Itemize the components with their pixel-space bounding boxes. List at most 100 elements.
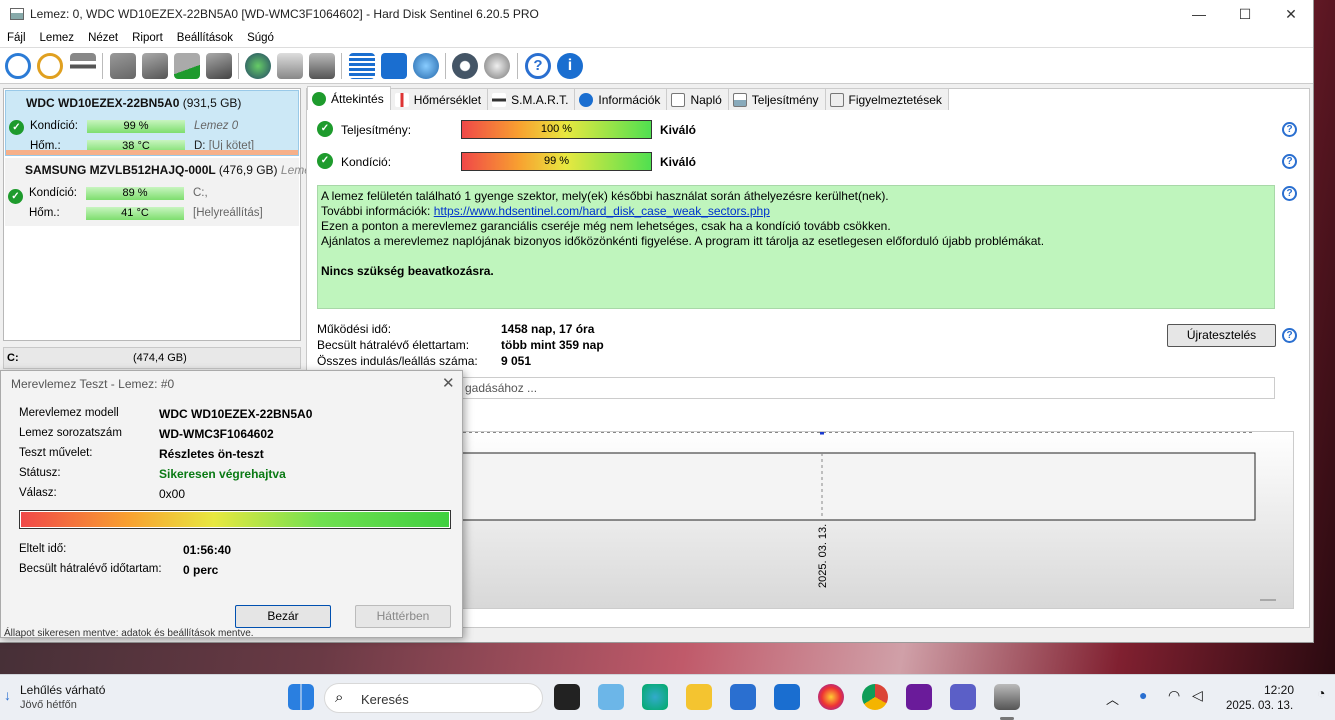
taskbar: ↓ Lehűlés várható Jövő hétfőn ⌕ Keresés …	[0, 674, 1335, 720]
tab-temperature[interactable]: Hőmérséklet	[389, 88, 489, 110]
chart-svg: 992025. 03. 13.	[461, 414, 1276, 601]
outlook-icon[interactable]	[774, 684, 800, 710]
mail-icon[interactable]	[381, 53, 407, 79]
menu-view[interactable]: Nézet	[88, 32, 118, 44]
drive-letter: C:,	[193, 187, 208, 199]
tab-label: S.M.A.R.T.	[511, 92, 569, 107]
disk-list-icon[interactable]	[70, 53, 96, 79]
widgets-icon[interactable]	[598, 684, 624, 710]
file-explorer-icon[interactable]	[686, 684, 712, 710]
disk-item-samsung[interactable]: SAMSUNG MZVLB512HAJQ-000L (476,9 GB) Lem…	[5, 158, 311, 226]
disk-item-wdc[interactable]: WDC WD10EZEX-22BN5A0 (931,5 GB) ✓ Kondíc…	[5, 90, 299, 156]
title-bar: Lemez: 0, WDC WD10EZEX-22BN5A0 [WD-WMC3F…	[0, 0, 1313, 28]
chevron-up-icon[interactable]: ︿	[1106, 689, 1119, 708]
chrome-icon[interactable]	[862, 684, 888, 710]
clock-date[interactable]: 2025. 03. 13.	[1226, 700, 1293, 712]
globe-icon[interactable]	[245, 53, 271, 79]
disk-timer-icon[interactable]	[142, 53, 168, 79]
close-dialog-button[interactable]: Bezár	[235, 605, 331, 628]
serial-label: Lemez sorozatszám	[19, 427, 122, 439]
help-icon[interactable]: ?	[1282, 186, 1297, 201]
refresh-icon[interactable]	[5, 53, 31, 79]
check-icon: ✓	[317, 153, 333, 169]
retest-button[interactable]: Újratesztelés	[1167, 324, 1276, 347]
close-button[interactable]: ✕	[1268, 0, 1314, 28]
tab-overview[interactable]: Áttekintés	[307, 86, 391, 110]
dialog-title: Merevlemez Teszt - Lemez: #0	[11, 377, 175, 391]
report-icon[interactable]	[349, 53, 375, 79]
weather-icon[interactable]: ↓	[4, 687, 11, 703]
windows-start-icon[interactable]	[288, 684, 314, 710]
info-icon[interactable]: i	[557, 53, 583, 79]
health-label: Kondíció:	[341, 155, 392, 169]
toolbar-separator	[238, 53, 239, 79]
network-icon[interactable]	[413, 53, 439, 79]
model-label: Merevlemez modell	[19, 407, 119, 419]
search-label: Keresés	[361, 692, 409, 707]
server-icon[interactable]	[277, 53, 303, 79]
wifi-icon[interactable]: ◠	[1168, 687, 1180, 704]
help-icon[interactable]: ?	[1282, 154, 1297, 169]
start-stop-label: Összes indulás/leállás száma:	[317, 354, 478, 368]
smart-icon	[492, 92, 507, 107]
weather-subtitle[interactable]: Jövő hétfőn	[20, 699, 77, 711]
progress-fill	[21, 512, 449, 527]
tab-alerts[interactable]: Figyelmeztetések	[824, 88, 949, 110]
performance-bar: 100 %	[461, 120, 652, 139]
clock-time[interactable]: 12:20	[1264, 683, 1294, 697]
status-message: A lemez felületén található 1 gyenge sze…	[317, 185, 1275, 309]
tab-performance[interactable]: Teljesítmény	[727, 88, 826, 110]
menu-report[interactable]: Riport	[132, 32, 163, 44]
floppy-save-icon[interactable]	[906, 684, 932, 710]
refresh-all-icon[interactable]	[37, 53, 63, 79]
tab-information[interactable]: Információk	[574, 88, 668, 110]
disk-name: WDC WD10EZEX-22BN5A0	[26, 96, 180, 110]
tab-log[interactable]: Napló	[666, 88, 729, 110]
taskbar-search[interactable]: ⌕ Keresés	[324, 683, 543, 713]
condition-label: Kondíció:	[29, 187, 77, 199]
menu-help[interactable]: Súgó	[247, 32, 274, 44]
notes-input[interactable]: gadásához ...	[462, 377, 1275, 399]
help-icon[interactable]: ?	[1282, 122, 1297, 137]
dialog-close-button[interactable]: ✕	[442, 374, 455, 392]
minimize-button[interactable]: —	[1176, 0, 1222, 28]
edge-icon[interactable]	[642, 684, 668, 710]
help-icon[interactable]: ?	[1282, 328, 1297, 343]
store-icon[interactable]	[730, 684, 756, 710]
document-icon	[671, 92, 686, 107]
uptime-label: Működési idő:	[317, 322, 392, 336]
weather-title[interactable]: Lehűlés várható	[20, 683, 105, 697]
disk-icon[interactable]	[110, 53, 136, 79]
menu-settings[interactable]: Beállítások	[177, 32, 233, 44]
tab-smart[interactable]: S.M.A.R.T.	[487, 88, 576, 110]
model-value: WDC WD10EZEX-22BN5A0	[159, 407, 313, 421]
backup-icon[interactable]	[309, 53, 335, 79]
response-label: Válasz:	[19, 487, 57, 499]
hdsentinel-taskbar-icon[interactable]	[994, 684, 1020, 710]
disk-search-icon[interactable]	[206, 53, 232, 79]
chart-icon	[732, 92, 747, 107]
task-view-icon[interactable]	[554, 684, 580, 710]
firefox-icon[interactable]	[818, 684, 844, 710]
disk-check-icon[interactable]	[174, 53, 200, 79]
menu-file[interactable]: Fájl	[7, 32, 26, 44]
sound-icon[interactable]	[484, 53, 510, 79]
volume-bar[interactable]: C: (474,4 GB)	[3, 347, 301, 369]
elapsed-label: Eltelt idő:	[19, 543, 67, 555]
temp-label: Hőm.:	[29, 207, 60, 219]
info-link[interactable]: https://www.hdsentinel.com/hard_disk_cas…	[434, 204, 770, 218]
tab-bar: Áttekintés Hőmérséklet S.M.A.R.T. Inform…	[307, 86, 949, 110]
gear-icon[interactable]	[452, 53, 478, 79]
background-button[interactable]: Háttérben	[355, 605, 451, 628]
data-point	[820, 430, 824, 435]
notification-bell-icon[interactable]: ◔	[1317, 685, 1325, 701]
microphone-icon[interactable]: ●	[1139, 687, 1147, 703]
teams-icon[interactable]	[950, 684, 976, 710]
uptime-value: 1458 nap, 17 óra	[501, 322, 595, 336]
help-icon[interactable]: ?	[525, 53, 551, 79]
health-bar: 99 %	[461, 152, 652, 171]
maximize-button[interactable]: ☐	[1222, 0, 1268, 28]
speaker-icon[interactable]: ◁	[1192, 687, 1203, 704]
menu-disk[interactable]: Lemez	[40, 32, 75, 44]
message-line: Ezen a ponton a merevlemez garanciális c…	[321, 219, 891, 233]
